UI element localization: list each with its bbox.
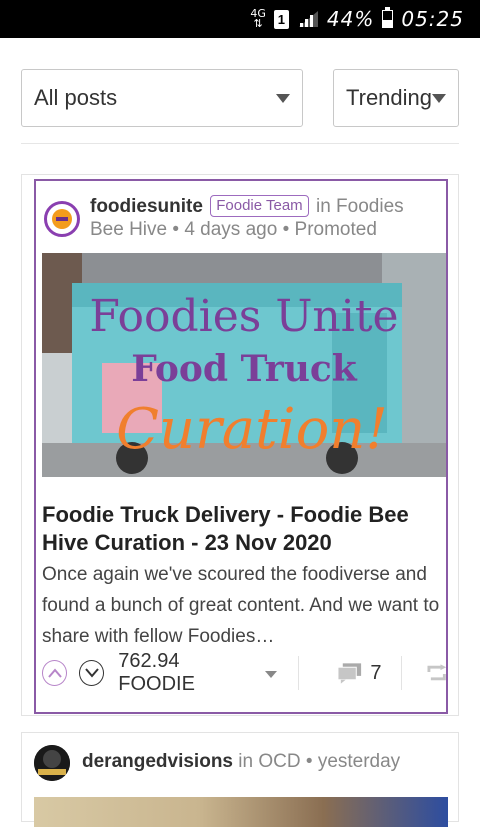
status-bar: 4G ⇅ 1 44% 05:25 [0,0,480,38]
post-title[interactable]: Foodie Truck Delivery - Foodie Bee Hive … [42,501,442,557]
in-label: in [238,751,254,772]
battery-icon [382,7,394,28]
action-divider [400,656,402,690]
chevron-up-icon [47,668,62,678]
sim-indicator: 1 [273,9,289,29]
action-divider [297,656,299,690]
post-age: yesterday [317,751,401,772]
promoted-post-frame: foodiesunite Foodie Team in Foodies Bee … [34,179,448,714]
avatar[interactable] [34,745,70,781]
image-text-title: Foodies Unite [89,291,398,342]
upvote-button[interactable] [42,660,68,686]
downvote-button[interactable] [79,660,105,686]
chevron-down-icon [276,94,290,103]
post-actions: 762.94 FOODIE 7 [42,650,447,695]
clock: 05:25 [401,7,464,31]
author-link[interactable]: foodiesunite [90,196,203,217]
comments-icon[interactable] [337,662,362,684]
feed-filters: All posts Trending [21,69,459,129]
filter-divider [21,143,459,144]
comment-count[interactable]: 7 [370,662,381,685]
author-link[interactable]: derangedvisions [82,751,233,772]
reblog-icon[interactable] [427,664,447,682]
post-excerpt[interactable]: Once again we've scoured the foodiverse … [42,559,446,652]
payout-value[interactable]: 762.94 FOODIE [118,650,256,696]
posts-filter-value: All posts [34,85,118,110]
author-badge: Foodie Team [210,195,309,217]
post-meta: foodiesunite Foodie Team in Foodies Bee … [90,195,404,240]
chevron-down-icon [432,94,446,103]
network-indicator: 4G ⇅ [250,7,266,30]
post-card[interactable]: foodiesunite Foodie Team in Foodies Bee … [21,174,459,716]
image-text-curation: Curation! [116,397,388,462]
post-meta: derangedvisions in OCD • yesterday [82,751,401,772]
in-label: in [315,196,331,217]
deranged-visions-logo [34,745,70,781]
battery-percent: 44% [326,7,375,31]
community-link[interactable]: OCD [258,751,300,772]
sort-value: Trending [346,85,433,110]
post-thumbnail[interactable]: Foodies Unite Food Truck Curation! [42,253,446,477]
posts-filter-select[interactable]: All posts [21,69,303,127]
avatar[interactable] [44,201,80,237]
post-card[interactable]: derangedvisions in OCD • yesterday [21,732,459,827]
payout-dropdown-icon[interactable] [264,670,277,678]
post-thumbnail[interactable] [34,797,448,827]
image-text-subtitle: Food Truck [131,348,358,390]
signal-icon [298,11,318,27]
promoted-label: Promoted [294,219,377,240]
chevron-down-icon [84,668,99,678]
post-age: 4 days ago [184,219,278,240]
sort-select[interactable]: Trending [333,69,459,127]
food-truck-image: Foodies Unite Food Truck Curation! [42,253,446,477]
